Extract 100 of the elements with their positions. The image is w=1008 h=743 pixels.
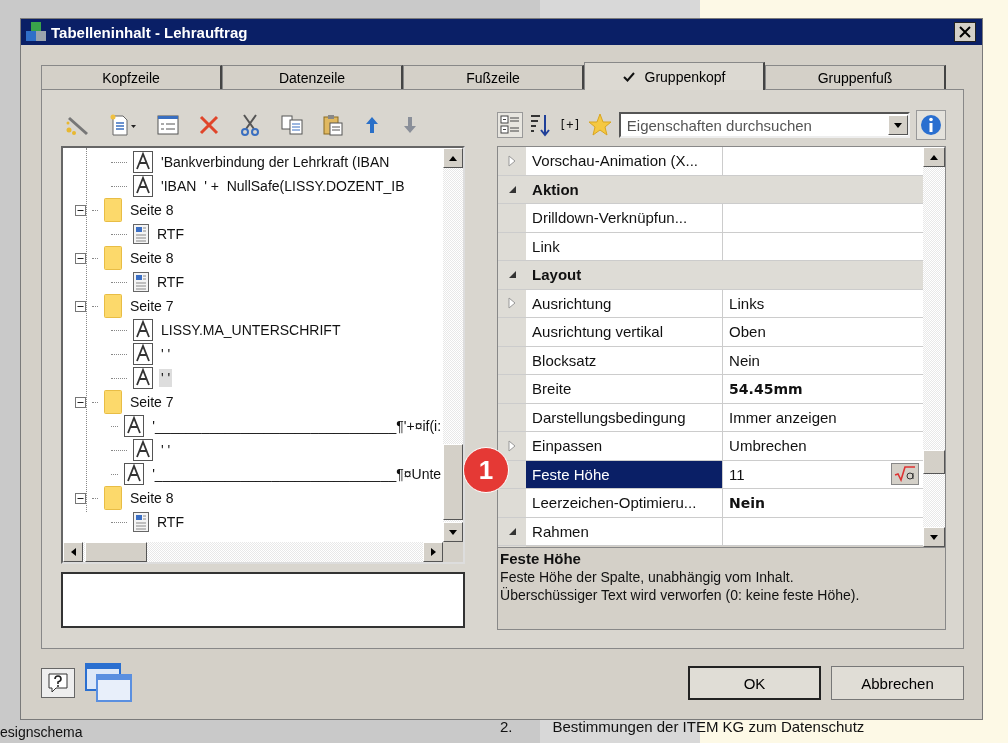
info-button[interactable]	[916, 110, 946, 140]
property-name[interactable]: Vorschau-Animation (X...	[526, 147, 724, 175]
property-name[interactable]: Breite	[526, 375, 724, 403]
tree-item[interactable]: ' '	[159, 369, 173, 387]
property-name[interactable]: Darstellungsbedingung	[526, 403, 724, 431]
cut-icon[interactable]	[239, 114, 261, 136]
scrollbar-corner	[443, 542, 464, 562]
tree-item[interactable]: 'IBAN ' + NullSafe(LISSY.DOZENT_IB	[159, 177, 407, 195]
description-title: Feste Höhe	[500, 550, 582, 567]
scroll-thumb[interactable]	[443, 444, 464, 520]
tab[interactable]: Fußzeile	[403, 65, 584, 89]
tree-item[interactable]: '_______________________________¶¤Unte	[150, 465, 444, 483]
minus-box-icon[interactable]	[75, 204, 86, 216]
scroll-down-button[interactable]	[443, 522, 464, 542]
expanded-arrow-icon[interactable]	[507, 526, 517, 536]
tree-item[interactable]: Seite 8	[128, 489, 176, 507]
formula-button[interactable]	[891, 463, 919, 486]
scroll-thumb[interactable]	[85, 542, 147, 562]
expanded-arrow-icon[interactable]	[507, 270, 517, 280]
categorized-view-icon[interactable]	[497, 112, 524, 138]
windows-icon[interactable]	[85, 663, 133, 703]
dialog-button[interactable]: OK	[688, 666, 821, 700]
vertical-scrollbar[interactable]	[443, 148, 464, 542]
property-value: 11	[729, 465, 745, 483]
tree-item[interactable]: ' '	[159, 441, 173, 459]
property-name[interactable]: Leerzeichen-Optimieru...	[526, 489, 724, 517]
property-name[interactable]: Link	[526, 232, 724, 260]
dropdown-button[interactable]	[888, 115, 908, 135]
scroll-down-button[interactable]	[923, 527, 945, 547]
minus-box-icon[interactable]	[75, 396, 86, 408]
minus-box-icon[interactable]	[75, 492, 86, 504]
property-name[interactable]: Feste Höhe	[526, 460, 724, 488]
cubes-icon	[25, 21, 47, 43]
caret-up-icon	[449, 155, 458, 161]
property-name[interactable]: Blocksatz	[526, 346, 724, 374]
tree-item[interactable]: Seite 8	[128, 249, 176, 267]
minus-box-icon[interactable]	[75, 300, 86, 312]
property-name[interactable]: Ausrichtung vertikal	[526, 318, 724, 346]
expanded-arrow-icon[interactable]	[507, 184, 517, 194]
vertical-scrollbar[interactable]	[923, 147, 945, 547]
help-button[interactable]	[41, 668, 75, 698]
form-icon[interactable]	[157, 115, 179, 135]
scroll-thumb[interactable]	[923, 450, 945, 474]
caret-left-icon	[70, 548, 76, 556]
star-icon[interactable]	[586, 112, 613, 138]
caret-right-icon	[430, 548, 436, 556]
text-area[interactable]	[61, 572, 466, 628]
text-field-icon	[124, 415, 145, 437]
property-name[interactable]: Ausrichtung	[526, 289, 724, 317]
horizontal-scrollbar[interactable]	[63, 542, 444, 562]
check-icon	[622, 71, 635, 82]
document-icon	[133, 512, 149, 532]
tree-item[interactable]: RTF	[155, 273, 186, 291]
paste-icon[interactable]	[323, 114, 343, 136]
wand-icon[interactable]	[65, 114, 89, 136]
scroll-up-button[interactable]	[923, 147, 945, 167]
text-field-icon	[133, 343, 153, 365]
tree-item[interactable]: RTF	[155, 513, 186, 531]
collapsed-arrow-icon[interactable]	[508, 297, 517, 310]
arrow-up-icon[interactable]	[363, 115, 381, 135]
text-field-icon	[133, 439, 153, 461]
collapsed-arrow-icon[interactable]	[508, 154, 517, 167]
folder-icon	[104, 390, 122, 414]
tab[interactable]: Datenzeile	[222, 65, 403, 89]
tree-item[interactable]: '_______________________________¶'+¤if(i:	[150, 417, 444, 435]
tree-item[interactable]: 'Bankverbindung der Lehrkraft (IBAN	[159, 153, 392, 171]
background-label: esignschema	[0, 724, 83, 741]
property-value: Nein	[729, 494, 766, 511]
text-field-icon	[133, 319, 153, 341]
new-document-icon[interactable]	[109, 114, 137, 136]
text-field-icon	[133, 367, 153, 389]
scroll-left-button[interactable]	[63, 542, 83, 562]
search-field[interactable]: Eigenschaften durchsuchen	[618, 112, 910, 138]
tree-item[interactable]: RTF	[155, 225, 186, 243]
tab[interactable]: Gruppenkopf	[584, 62, 765, 90]
document-icon	[133, 224, 149, 244]
folder-icon	[104, 486, 122, 510]
minus-box-icon[interactable]	[75, 252, 86, 264]
property-name[interactable]: Rahmen	[526, 517, 724, 545]
dialog-button[interactable]: Abbrechen	[831, 666, 964, 700]
collapsed-arrow-icon[interactable]	[508, 439, 517, 452]
caret-down-icon	[930, 534, 938, 540]
property-value: Immer anzeigen	[729, 408, 837, 426]
tree-item[interactable]: Seite 7	[128, 297, 176, 315]
scroll-right-button[interactable]	[423, 542, 444, 562]
copy-icon[interactable]	[281, 115, 303, 135]
scroll-up-button[interactable]	[443, 148, 464, 168]
tree-item[interactable]: ' '	[159, 345, 173, 363]
expand-all-button[interactable]: [+]	[559, 118, 581, 132]
property-name[interactable]: Einpassen	[526, 432, 724, 460]
tab[interactable]: Gruppenfuß	[765, 65, 946, 89]
tree-item[interactable]: LISSY.MA_UNTERSCHRIFT	[159, 321, 343, 339]
property-name[interactable]: Drilldown-Verknüpfun...	[526, 204, 724, 232]
caret-down-icon	[449, 529, 458, 535]
text-field-icon	[124, 463, 145, 485]
tree-item[interactable]: Seite 8	[128, 201, 176, 219]
tree-item[interactable]: Seite 7	[128, 393, 176, 411]
delete-icon[interactable]	[199, 115, 219, 135]
close-button[interactable]	[954, 22, 976, 42]
tab[interactable]: Kopfzeile	[41, 65, 222, 89]
